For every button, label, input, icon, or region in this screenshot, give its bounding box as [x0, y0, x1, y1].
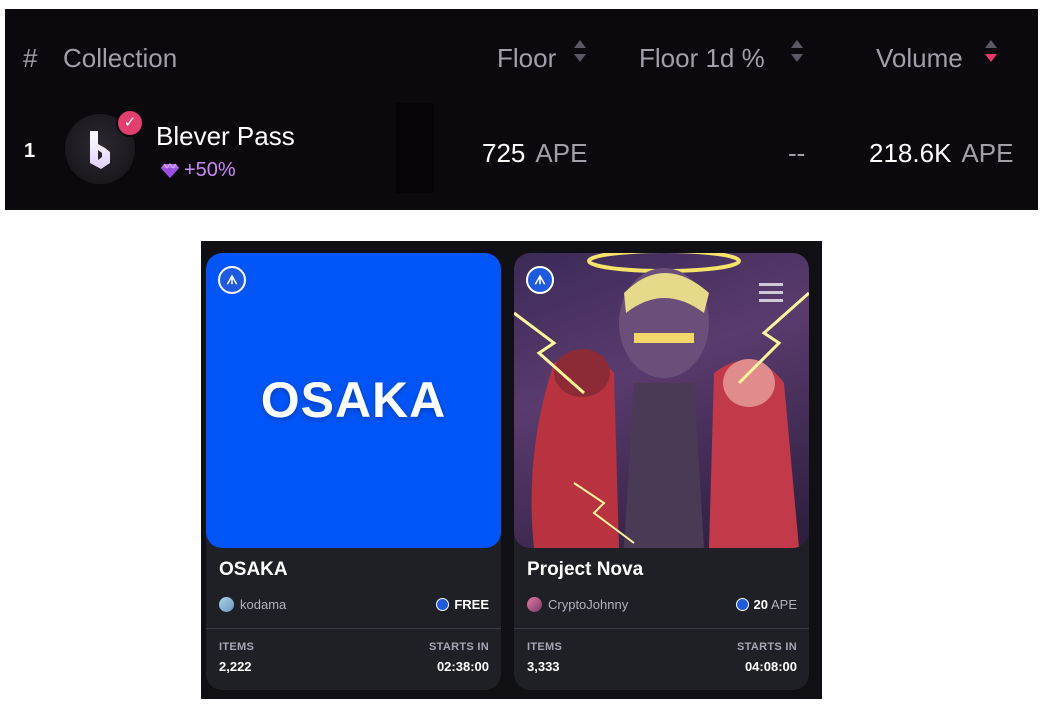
floor-amount: 725	[482, 138, 526, 168]
starts-in-value: 02:38:00	[436, 659, 489, 674]
volume-unit: APE	[961, 138, 1014, 168]
drop-card-project-nova[interactable]: ᗑ Project Nova CryptoJohnny 20 APE ITEMS…	[514, 253, 809, 690]
price-unit: APE	[770, 597, 797, 612]
creator-avatar	[219, 597, 234, 612]
starts-in-label: STARTS IN	[429, 641, 489, 653]
volume-header[interactable]: Volume	[876, 43, 963, 74]
apechain-icon: ᗑ	[526, 266, 554, 294]
floor-1d-value: --	[788, 138, 806, 168]
floor-header[interactable]: Floor	[497, 43, 556, 74]
card-title[interactable]: OSAKA	[219, 559, 288, 581]
ape-token-icon	[436, 598, 450, 611]
volume-sort-icon[interactable]	[985, 38, 997, 66]
row-divider-shadow	[396, 103, 434, 193]
apechain-icon: ᗑ	[218, 266, 246, 294]
gem-icon	[161, 162, 179, 178]
project-nova-artwork	[514, 253, 809, 548]
items-label: ITEMS	[219, 641, 255, 653]
price: 20 APE	[735, 597, 797, 612]
price-value: FREE	[454, 597, 489, 612]
drop-card-osaka[interactable]: ᗑ OSAKA OSAKA kodama FREE ITEMS 2,222 ST…	[206, 253, 501, 690]
starts-in-label: STARTS IN	[737, 641, 797, 653]
creator[interactable]: CryptoJohnny	[527, 597, 628, 612]
floor-1d-sort-icon[interactable]	[791, 38, 803, 66]
creator-name: CryptoJohnny	[548, 597, 629, 612]
price-value: 20	[753, 597, 768, 612]
items-value: 3,333	[527, 659, 560, 674]
collection-name[interactable]: Blever Pass	[156, 121, 295, 152]
floor-value: 725 APE	[482, 138, 587, 169]
card-image[interactable]: ᗑ	[514, 253, 809, 548]
items-label: ITEMS	[527, 641, 563, 653]
drops-panel: ᗑ OSAKA OSAKA kodama FREE ITEMS 2,222 ST…	[201, 241, 822, 699]
items-value: 2,222	[219, 659, 252, 674]
card-divider	[206, 628, 501, 629]
rank-header: #	[23, 43, 38, 73]
card-image[interactable]: ᗑ OSAKA	[206, 253, 501, 548]
verified-badge-icon: ✓	[116, 109, 144, 137]
collection-header[interactable]: Collection	[63, 43, 177, 74]
floor-unit: APE	[535, 138, 588, 168]
starts-in-value: 04:08:00	[744, 659, 797, 674]
card-image-text: OSAKA	[260, 372, 447, 428]
volume-amount: 218.6K	[869, 138, 952, 168]
row-rank: 1	[24, 140, 36, 162]
ape-token-icon	[735, 598, 749, 611]
creator-name: kodama	[240, 597, 287, 612]
gem-bonus-value: +50%	[184, 159, 236, 181]
floor-sort-icon[interactable]	[574, 38, 586, 66]
card-title[interactable]: Project Nova	[527, 559, 643, 581]
price: FREE	[436, 597, 489, 612]
creator-avatar	[527, 597, 542, 612]
creator[interactable]: kodama	[219, 597, 286, 612]
collections-table: # Collection Floor Floor 1d % Volume 1 ✓…	[5, 9, 1038, 210]
card-divider	[514, 628, 809, 629]
volume-value: 218.6K APE	[869, 138, 1013, 169]
gem-bonus: +50%	[160, 159, 236, 182]
floor-1d-header[interactable]: Floor 1d %	[639, 43, 765, 74]
